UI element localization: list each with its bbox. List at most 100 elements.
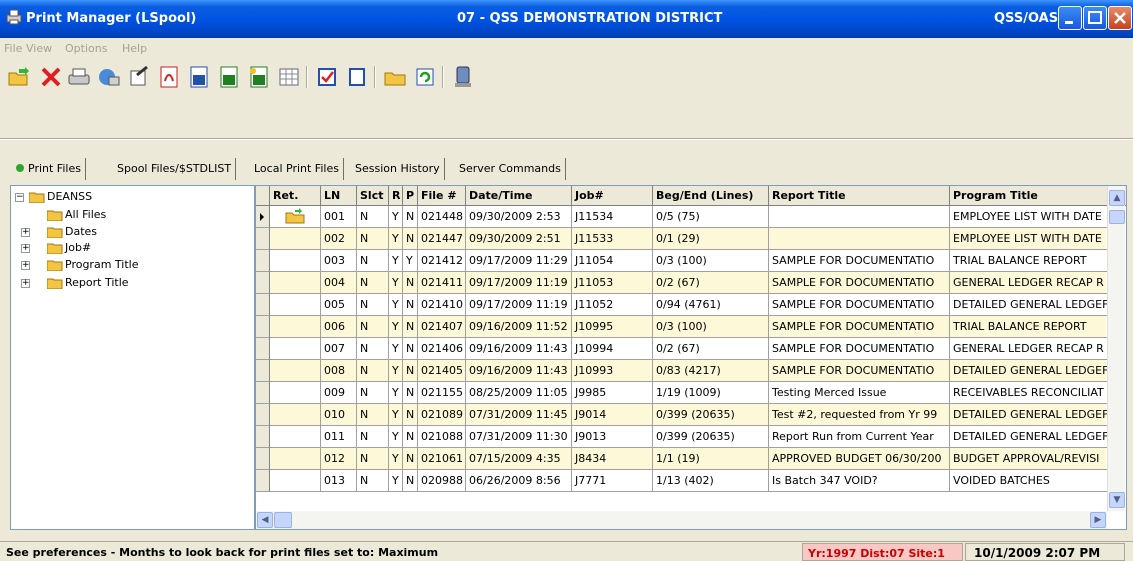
column-header-file-number[interactable]: File # bbox=[418, 186, 466, 206]
row-selector[interactable] bbox=[256, 448, 270, 470]
word-export-button[interactable] bbox=[186, 64, 212, 90]
cell-slct: N bbox=[357, 272, 389, 294]
expand-icon[interactable]: + bbox=[21, 261, 30, 270]
column-header-r[interactable]: R bbox=[389, 186, 403, 206]
open-folder-icon bbox=[29, 192, 45, 203]
column-header-job-number[interactable]: Job# bbox=[572, 186, 653, 206]
table-row[interactable]: 009 N Y N 021155 08/25/2009 11:05 J9985 1/19 (1… bbox=[256, 382, 1110, 404]
row-selector[interactable] bbox=[256, 272, 270, 294]
cell-beg-end-lines: 1/19 (1009) bbox=[653, 382, 769, 404]
menu-file[interactable]: File bbox=[4, 42, 22, 55]
cell-date-time: 09/17/2009 11:19 bbox=[466, 294, 572, 316]
column-header-date-time[interactable]: Date/Time bbox=[466, 186, 572, 206]
scroll-left-button[interactable]: ◀ bbox=[257, 512, 273, 528]
table-row[interactable]: 004 N Y N 021411 09/17/2009 11:19 J11053 0/2 (6… bbox=[256, 272, 1110, 294]
scroll-thumb[interactable] bbox=[1109, 210, 1125, 224]
open-folder-icon[interactable] bbox=[285, 208, 305, 224]
open-button[interactable] bbox=[6, 64, 32, 90]
cell-ret[interactable] bbox=[270, 294, 321, 316]
table-row[interactable]: 010 N Y N 021089 07/31/2009 11:45 J9014 0/399 (… bbox=[256, 404, 1110, 426]
cell-report-title: SAMPLE FOR DOCUMENTATIO bbox=[769, 316, 950, 338]
row-selector[interactable] bbox=[256, 360, 270, 382]
table-row[interactable]: 007 N Y N 021406 09/16/2009 11:43 J10994 0/2 (6… bbox=[256, 338, 1110, 360]
row-selector[interactable] bbox=[256, 470, 270, 492]
cell-ret[interactable] bbox=[270, 250, 321, 272]
grid-view-button[interactable] bbox=[276, 64, 302, 90]
row-selector[interactable] bbox=[256, 250, 270, 272]
vertical-scrollbar[interactable]: ▲ ▼ bbox=[1107, 186, 1125, 511]
menu-options[interactable]: Options bbox=[65, 42, 107, 55]
cell-slct: N bbox=[357, 382, 389, 404]
delete-icon bbox=[41, 67, 61, 87]
menu-view[interactable]: View bbox=[26, 42, 52, 55]
table-row[interactable]: 012 N Y N 021061 07/15/2009 4:35 J8434 1/1 (19)… bbox=[256, 448, 1110, 470]
tab-spool-files[interactable]: Spool Files/$STDLIST bbox=[113, 158, 237, 180]
row-selector[interactable] bbox=[256, 382, 270, 404]
row-selector[interactable] bbox=[256, 426, 270, 448]
row-selector[interactable] bbox=[256, 294, 270, 316]
computer-button[interactable] bbox=[450, 64, 476, 90]
cell-ret[interactable] bbox=[270, 228, 321, 250]
cell-ret[interactable] bbox=[270, 426, 321, 448]
table-row[interactable]: 013 N Y N 020988 06/26/2009 8:56 J7771 1/13 (40… bbox=[256, 470, 1110, 492]
table-row[interactable]: 008 N Y N 021405 09/16/2009 11:43 J10993 0/83 (… bbox=[256, 360, 1110, 382]
column-header-program-title[interactable]: Program Title bbox=[950, 186, 1110, 206]
column-header-report-title[interactable]: Report Title bbox=[769, 186, 950, 206]
tab-print-files[interactable]: Print Files bbox=[12, 158, 86, 180]
row-selector[interactable] bbox=[256, 338, 270, 360]
cell-ret[interactable] bbox=[270, 360, 321, 382]
minimize-button[interactable] bbox=[1058, 6, 1082, 30]
select-all-button[interactable] bbox=[314, 64, 340, 90]
cell-ret[interactable] bbox=[270, 206, 321, 228]
cell-ret[interactable] bbox=[270, 316, 321, 338]
cell-ret[interactable] bbox=[270, 272, 321, 294]
print-server-button[interactable] bbox=[96, 64, 122, 90]
excel-export-button[interactable] bbox=[216, 64, 242, 90]
table-row[interactable]: 011 N Y N 021088 07/31/2009 11:30 J9013 0/399 (… bbox=[256, 426, 1110, 448]
row-selector[interactable] bbox=[256, 228, 270, 250]
maximize-button[interactable] bbox=[1083, 6, 1107, 30]
properties-button[interactable] bbox=[126, 64, 152, 90]
horizontal-scrollbar[interactable]: ◀ ▶ bbox=[256, 511, 1107, 529]
table-row[interactable]: 002 N Y N 021447 09/30/2009 2:51 J11533 0/1 (29… bbox=[256, 228, 1110, 250]
scroll-right-button[interactable]: ▶ bbox=[1090, 512, 1106, 528]
table-row[interactable]: 006 N Y N 021407 09/16/2009 11:52 J10995 0/3 (1… bbox=[256, 316, 1110, 338]
row-selector[interactable] bbox=[256, 316, 270, 338]
tab-local-print-files[interactable]: Local Print Files bbox=[250, 158, 344, 180]
row-selector[interactable] bbox=[256, 206, 270, 228]
cell-ret[interactable] bbox=[270, 448, 321, 470]
table-row[interactable]: 005 N Y N 021410 09/17/2009 11:19 J11052 0/94 (… bbox=[256, 294, 1110, 316]
deselect-button[interactable] bbox=[344, 64, 370, 90]
scroll-up-button[interactable]: ▲ bbox=[1109, 190, 1125, 206]
column-header-beg-end-lines[interactable]: Beg/End (Lines) bbox=[653, 186, 769, 206]
scroll-h-thumb[interactable] bbox=[274, 512, 292, 528]
scroll-down-button[interactable]: ▼ bbox=[1109, 492, 1125, 508]
column-header-slct[interactable]: Slct bbox=[357, 186, 389, 206]
browse-folder-button[interactable] bbox=[382, 64, 408, 90]
refresh-button[interactable] bbox=[412, 64, 438, 90]
menu-help[interactable]: Help bbox=[122, 42, 147, 55]
collapse-icon[interactable]: − bbox=[15, 193, 24, 202]
cell-ret[interactable] bbox=[270, 338, 321, 360]
column-header-ln[interactable]: LN bbox=[321, 186, 357, 206]
excel-export-alt-button[interactable] bbox=[246, 64, 272, 90]
cell-p: N bbox=[403, 426, 418, 448]
cell-date-time: 07/31/2009 11:30 bbox=[466, 426, 572, 448]
pdf-export-button[interactable] bbox=[156, 64, 182, 90]
column-header-ret[interactable]: Ret. bbox=[270, 186, 321, 206]
print-button[interactable] bbox=[66, 64, 92, 90]
column-header-p[interactable]: P bbox=[403, 186, 418, 206]
expand-icon[interactable]: + bbox=[21, 228, 30, 237]
table-row[interactable]: 001 N Y N 021448 09/30/2009 2:53 J11534 0/5 (75… bbox=[256, 206, 1110, 228]
delete-button[interactable] bbox=[38, 64, 64, 90]
tab-server-commands[interactable]: Server Commands bbox=[455, 158, 566, 180]
expand-icon[interactable]: + bbox=[21, 279, 30, 288]
cell-ret[interactable] bbox=[270, 470, 321, 492]
tab-session-history[interactable]: Session History bbox=[351, 158, 445, 180]
cell-ret[interactable] bbox=[270, 404, 321, 426]
expand-icon[interactable]: + bbox=[21, 244, 30, 253]
cell-ret[interactable] bbox=[270, 382, 321, 404]
close-button[interactable] bbox=[1108, 6, 1132, 30]
row-selector[interactable] bbox=[256, 404, 270, 426]
table-row[interactable]: 003 N Y Y 021412 09/17/2009 11:29 J11054 0/3 (1… bbox=[256, 250, 1110, 272]
